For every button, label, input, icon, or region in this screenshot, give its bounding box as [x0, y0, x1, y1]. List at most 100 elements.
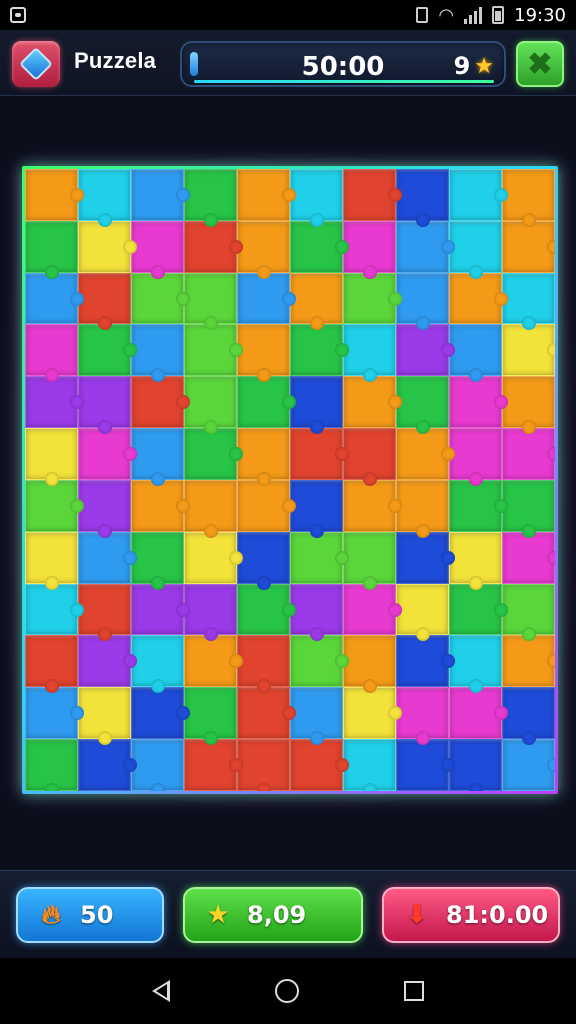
puzzle-piece[interactable]	[396, 272, 449, 331]
puzzle-piece[interactable]	[131, 169, 190, 221]
puzzle-piece[interactable]	[237, 428, 290, 486]
puzzle-piece[interactable]	[237, 220, 290, 279]
puzzle-piece[interactable]	[396, 687, 449, 745]
puzzle-piece[interactable]	[184, 531, 243, 584]
puzzle-piece[interactable]	[184, 220, 243, 273]
puzzle-piece[interactable]	[396, 169, 449, 227]
puzzle-piece[interactable]	[290, 272, 343, 331]
puzzle-piece[interactable]	[343, 479, 402, 532]
puzzle-piece[interactable]	[449, 635, 502, 694]
puzzle-piece[interactable]	[449, 428, 502, 486]
puzzle-piece[interactable]	[237, 687, 296, 740]
puzzle-piece[interactable]	[290, 635, 349, 688]
puzzle-piece[interactable]	[343, 635, 396, 694]
puzzle-piece[interactable]	[449, 169, 508, 221]
puzzle-piece[interactable]	[131, 324, 184, 383]
puzzle-piece[interactable]	[396, 635, 455, 688]
puzzle-piece[interactable]	[449, 531, 502, 590]
puzzle-piece[interactable]	[25, 428, 78, 486]
puzzle-piece[interactable]	[184, 635, 243, 688]
puzzle-piece[interactable]	[290, 428, 349, 480]
puzzle-piece[interactable]	[290, 479, 343, 538]
puzzle-piece[interactable]	[502, 376, 555, 434]
puzzle-piece[interactable]	[78, 479, 131, 538]
puzzle-piece[interactable]	[343, 583, 402, 636]
puzzle-piece[interactable]	[290, 220, 349, 273]
puzzle-piece[interactable]	[237, 169, 296, 221]
puzzle-piece[interactable]	[449, 479, 508, 532]
puzzle-piece[interactable]	[131, 272, 190, 325]
puzzle-piece[interactable]	[25, 531, 78, 590]
puzzle-piece[interactable]	[449, 376, 508, 429]
puzzle-piece[interactable]	[502, 169, 555, 227]
puzzle-piece[interactable]	[290, 531, 349, 584]
puzzle-piece[interactable]	[25, 272, 84, 325]
puzzle-piece[interactable]	[237, 324, 290, 383]
puzzle-piece[interactable]	[343, 272, 402, 325]
puzzle-piece[interactable]	[184, 272, 237, 331]
puzzle-piece[interactable]	[396, 376, 449, 434]
puzzle-piece[interactable]	[290, 583, 343, 642]
puzzle-piece[interactable]	[502, 324, 555, 377]
puzzle-piece[interactable]	[25, 376, 84, 429]
puzzle-piece[interactable]	[502, 583, 555, 642]
puzzle-piece[interactable]	[290, 376, 343, 434]
puzzle-piece[interactable]	[184, 583, 237, 642]
back-icon[interactable]	[152, 980, 171, 1002]
puzzle-piece[interactable]	[25, 324, 78, 383]
puzzle-piece[interactable]	[184, 324, 243, 377]
puzzle-piece[interactable]	[502, 739, 555, 791]
puzzle-board[interactable]	[22, 166, 558, 794]
puzzle-piece[interactable]	[25, 479, 84, 532]
puzzle-piece[interactable]	[184, 687, 237, 745]
puzzle-piece[interactable]	[502, 428, 555, 480]
puzzle-piece[interactable]	[396, 739, 455, 791]
puzzle-piece[interactable]	[290, 687, 343, 745]
puzzle-piece[interactable]	[237, 376, 296, 429]
puzzle-piece[interactable]	[396, 531, 455, 584]
puzzle-piece[interactable]	[184, 169, 237, 227]
puzzle-piece[interactable]	[25, 687, 84, 740]
puzzle-piece[interactable]	[78, 324, 137, 377]
puzzle-piece[interactable]	[131, 531, 184, 590]
puzzle-piece[interactable]	[25, 635, 78, 694]
puzzle-piece[interactable]	[131, 220, 184, 279]
home-icon[interactable]	[274, 979, 299, 1003]
recents-icon[interactable]	[403, 981, 424, 1001]
puzzle-piece[interactable]	[25, 739, 78, 791]
puzzle-piece[interactable]	[184, 376, 237, 434]
puzzle-piece[interactable]	[502, 687, 555, 745]
puzzle-piece[interactable]	[25, 220, 78, 279]
puzzle-piece[interactable]	[343, 169, 402, 221]
flame-counter-button[interactable]: 🔥︎ 50	[16, 887, 164, 943]
puzzle-piece[interactable]	[396, 479, 449, 538]
puzzle-piece[interactable]	[343, 739, 396, 791]
puzzle-piece[interactable]	[396, 220, 455, 273]
puzzle-piece[interactable]	[131, 687, 190, 740]
puzzle-piece[interactable]	[78, 531, 137, 584]
puzzle-piece[interactable]	[131, 376, 190, 429]
puzzle-piece[interactable]	[78, 272, 131, 331]
puzzle-piece[interactable]	[396, 583, 449, 642]
puzzle-piece[interactable]	[343, 687, 402, 740]
puzzle-piece[interactable]	[78, 428, 137, 480]
puzzle-piece[interactable]	[290, 739, 349, 791]
puzzle-piece[interactable]	[237, 531, 290, 590]
puzzle-piece[interactable]	[184, 428, 243, 480]
puzzle-piece[interactable]	[78, 169, 131, 227]
puzzle-piece[interactable]	[396, 428, 455, 480]
puzzle-piece[interactable]	[449, 324, 502, 383]
puzzle-piece[interactable]	[78, 739, 137, 791]
puzzle-piece[interactable]	[343, 376, 402, 429]
puzzle-piece[interactable]	[449, 220, 502, 279]
puzzle-piece[interactable]	[131, 583, 190, 636]
puzzle-piece[interactable]	[502, 272, 555, 331]
puzzle-piece[interactable]	[502, 635, 555, 688]
puzzle-piece[interactable]	[78, 687, 131, 745]
puzzle-piece[interactable]	[237, 635, 290, 694]
puzzle-piece[interactable]	[449, 272, 508, 325]
puzzle-piece[interactable]	[237, 272, 296, 325]
puzzle-piece[interactable]	[449, 583, 508, 636]
puzzle-piece[interactable]	[78, 635, 137, 688]
close-button[interactable]: ✖	[516, 41, 564, 87]
